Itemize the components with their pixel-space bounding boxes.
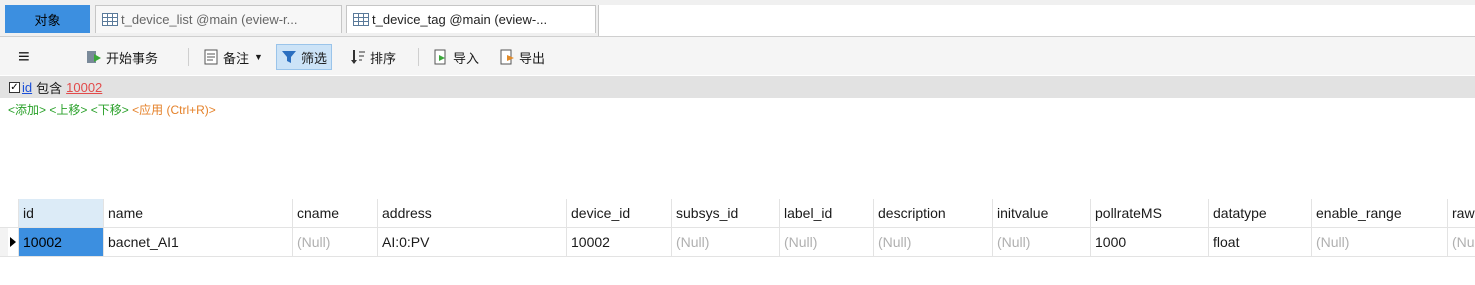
menu-button[interactable]: ≡: [18, 44, 30, 70]
cell-pollratems[interactable]: 1000: [1090, 228, 1208, 256]
filter-move-up-link[interactable]: <上移>: [49, 103, 87, 117]
cell-description[interactable]: (Null): [873, 228, 992, 256]
filter-actions: <添加> <上移> <下移> <应用 (Ctrl+R)>: [8, 101, 216, 118]
begin-transaction-label: 开始事务: [106, 50, 159, 66]
filter-enable-checkbox[interactable]: ✓: [9, 81, 20, 93]
table-icon: [353, 13, 369, 26]
tab-objects-label: 对象: [34, 12, 61, 28]
sort-icon: [350, 49, 366, 65]
current-row-indicator-icon: [10, 237, 16, 247]
filter-operator[interactable]: 包含: [36, 78, 62, 97]
column-header-enable-range[interactable]: enable_range: [1311, 199, 1447, 227]
grid-header: id name cname address device_id subsys_i…: [0, 199, 1475, 228]
import-label: 导入: [453, 50, 480, 66]
column-header-id[interactable]: id: [18, 199, 103, 227]
filter-icon: [281, 49, 297, 65]
tab-t-device-tag[interactable]: t_device_tag @main (eview-...: [346, 5, 596, 33]
cell-cname[interactable]: (Null): [292, 228, 377, 256]
import-icon: [433, 49, 449, 65]
export-button[interactable]: 导出: [495, 44, 549, 70]
cell-device-id[interactable]: 10002: [566, 228, 671, 256]
sort-label: 排序: [370, 50, 397, 66]
tab-objects[interactable]: 对象: [5, 5, 90, 33]
column-header-raw[interactable]: raw: [1447, 199, 1475, 227]
cell-initvalue[interactable]: (Null): [992, 228, 1090, 256]
export-label: 导出: [519, 50, 546, 66]
cell-name[interactable]: bacnet_AI1: [103, 228, 292, 256]
cell-subsys-id[interactable]: (Null): [671, 228, 779, 256]
tab-bar: 对象 t_device_list @main (eview-r... t_dev…: [0, 0, 1475, 37]
cell-address[interactable]: AI:0:PV: [377, 228, 566, 256]
column-header-device-id[interactable]: device_id: [566, 199, 671, 227]
dropdown-arrow-icon: ▼: [254, 52, 263, 62]
cell-id[interactable]: 10002: [18, 228, 103, 256]
note-label: 备注: [223, 50, 250, 66]
filter-value-link[interactable]: 10002: [66, 80, 102, 95]
filter-add-link[interactable]: <添加>: [8, 103, 46, 117]
import-button[interactable]: 导入: [429, 44, 483, 70]
column-header-pollratems[interactable]: pollrateMS: [1090, 199, 1208, 227]
column-header-cname[interactable]: cname: [292, 199, 377, 227]
sort-button[interactable]: 排序: [346, 44, 400, 70]
tab-t-device-list[interactable]: t_device_list @main (eview-r...: [95, 5, 342, 33]
tab-label: t_device_tag @main (eview-...: [372, 12, 548, 27]
filter-field-link[interactable]: id: [22, 80, 32, 95]
column-header-label-id[interactable]: label_id: [779, 199, 873, 227]
begin-transaction-button[interactable]: 开始事务: [82, 44, 162, 70]
toolbar-divider: [418, 48, 419, 66]
toolbar-divider: [188, 48, 189, 66]
filter-criteria-row: ✓ id 包含 10002: [0, 76, 1475, 98]
cell-datatype[interactable]: float: [1208, 228, 1311, 256]
filter-button[interactable]: 筛选: [276, 44, 333, 70]
tab-label: t_device_list @main (eview-r...: [121, 12, 298, 27]
column-header-datatype[interactable]: datatype: [1208, 199, 1311, 227]
cell-enable-range[interactable]: (Null): [1311, 228, 1447, 256]
cell-raw[interactable]: (Nu: [1447, 228, 1475, 256]
cell-label-id[interactable]: (Null): [779, 228, 873, 256]
column-header-name[interactable]: name: [103, 199, 292, 227]
column-header-initvalue[interactable]: initvalue: [992, 199, 1090, 227]
note-button[interactable]: 备注 ▼: [199, 44, 267, 70]
column-header-description[interactable]: description: [873, 199, 992, 227]
column-header-address[interactable]: address: [377, 199, 566, 227]
export-icon: [499, 49, 515, 65]
table-row[interactable]: 10002 bacnet_AI1 (Null) AI:0:PV 10002 (N…: [0, 228, 1475, 257]
tab-strip-empty: [598, 5, 1475, 36]
column-header-subsys-id[interactable]: subsys_id: [671, 199, 779, 227]
begin-transaction-icon: [86, 49, 102, 65]
table-icon: [102, 13, 118, 26]
filter-label: 筛选: [301, 50, 328, 66]
note-icon: [203, 49, 219, 65]
filter-move-down-link[interactable]: <下移>: [91, 103, 129, 117]
data-grid: id name cname address device_id subsys_i…: [0, 199, 1475, 257]
toolbar: ≡ 开始事务 备注 ▼ 筛选 排序 导入 导出: [0, 37, 1475, 75]
filter-apply-link[interactable]: <应用 (Ctrl+R)>: [132, 103, 216, 117]
hamburger-icon: ≡: [18, 45, 30, 68]
